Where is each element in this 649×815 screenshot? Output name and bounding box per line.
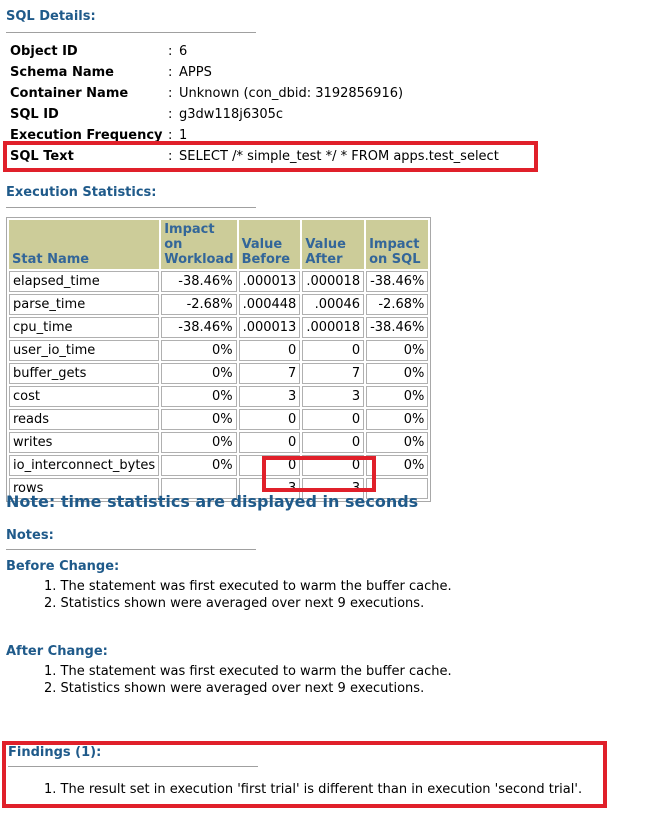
sql-details-title: SQL Details: [6, 9, 96, 24]
impact-sql-cell: -2.68% [366, 294, 429, 315]
before-change-list: 1. The statement was first executed to w… [44, 578, 452, 612]
impact-workload-cell: 0% [161, 363, 237, 384]
stat-name-cell: cost [9, 386, 160, 407]
stat-name-cell: buffer_gets [9, 363, 160, 384]
value-before-cell: 7 [238, 363, 301, 384]
sql-text-highlight [3, 141, 538, 172]
notes-rule [6, 549, 256, 550]
time-statistics-note: Note: time statistics are displayed in s… [6, 492, 419, 511]
impact-sql-cell: 0% [366, 340, 429, 361]
impact-workload-cell: -38.46% [161, 271, 237, 292]
field-value: g3dw118j6305c [179, 107, 284, 122]
header-line: Impact [369, 237, 420, 252]
field-label: SQL ID [10, 107, 59, 122]
col-impact-on-sql: Impact on SQL [366, 220, 429, 269]
impact-sql-cell: -38.46% [366, 317, 429, 338]
value-before-cell: .000013 [238, 317, 301, 338]
list-item: 1. The statement was first executed to w… [44, 579, 452, 594]
table-row: writes 0% 0 0 0% [9, 432, 429, 453]
col-value-after: Value After [302, 220, 365, 269]
table-header-row: Stat Name Impact on Workload Value Before … [9, 220, 429, 269]
rows-values-highlight [262, 456, 376, 492]
impact-workload-cell: 0% [161, 409, 237, 430]
after-change-list: 1. The statement was first executed to w… [44, 663, 452, 697]
impact-workload-cell: -2.68% [161, 294, 237, 315]
stat-name-cell: user_io_time [9, 340, 160, 361]
field-separator: : [168, 65, 173, 80]
impact-sql-cell: 0% [366, 363, 429, 384]
stat-name-cell: io_interconnect_bytes [9, 455, 160, 476]
field-separator: : [168, 86, 173, 101]
impact-workload-cell: 0% [161, 432, 237, 453]
header-line: After [305, 252, 343, 267]
impact-workload-cell: 0% [161, 386, 237, 407]
field-label: Schema Name [10, 65, 114, 80]
header-line: Stat Name [12, 252, 90, 267]
value-after-cell: 7 [302, 363, 365, 384]
table-row: user_io_time 0% 0 0 0% [9, 340, 429, 361]
table-row: cpu_time -38.46% .000013 .000018 -38.46% [9, 317, 429, 338]
value-before-cell: 0 [238, 409, 301, 430]
value-after-cell: 0 [302, 409, 365, 430]
value-after-cell: .00046 [302, 294, 365, 315]
header-line: on SQL [369, 252, 421, 267]
table-row: buffer_gets 0% 7 7 0% [9, 363, 429, 384]
value-before-cell: .000448 [238, 294, 301, 315]
impact-workload-cell: 0% [161, 455, 237, 476]
list-item: 1. The statement was first executed to w… [44, 664, 452, 679]
header-line: Value [305, 237, 346, 252]
value-after-cell: .000018 [302, 317, 365, 338]
value-after-cell: .000018 [302, 271, 365, 292]
col-stat-name: Stat Name [9, 220, 160, 269]
value-after-cell: 3 [302, 386, 365, 407]
stat-name-cell: elapsed_time [9, 271, 160, 292]
field-value: APPS [179, 65, 212, 80]
value-before-cell: .000013 [238, 271, 301, 292]
header-line: Impact on [164, 222, 215, 252]
header-line: Before [241, 252, 291, 267]
field-separator: : [168, 44, 173, 59]
list-item: 2. Statistics shown were averaged over n… [44, 596, 425, 611]
stat-name-cell: parse_time [9, 294, 160, 315]
impact-sql-cell: 0% [366, 386, 429, 407]
table-row: parse_time -2.68% .000448 .00046 -2.68% [9, 294, 429, 315]
stat-name-cell: writes [9, 432, 160, 453]
table-row: reads 0% 0 0 0% [9, 409, 429, 430]
before-change-title: Before Change: [6, 559, 120, 574]
impact-sql-cell: 0% [366, 432, 429, 453]
value-before-cell: 3 [238, 386, 301, 407]
header-line: Value [241, 237, 283, 252]
value-before-cell: 0 [238, 340, 301, 361]
col-value-before: Value Before [238, 220, 301, 269]
table-row: cost 0% 3 3 0% [9, 386, 429, 407]
table-row: elapsed_time -38.46% .000013 .000018 -38… [9, 271, 429, 292]
col-impact-on-workload: Impact on Workload [161, 220, 237, 269]
field-label: Object ID [10, 44, 78, 59]
value-before-cell: 0 [238, 432, 301, 453]
impact-workload-cell: -38.46% [161, 317, 237, 338]
value-after-cell: 0 [302, 432, 365, 453]
after-change-title: After Change: [6, 644, 108, 659]
field-label: Container Name [10, 86, 129, 101]
execution-statistics-title: Execution Statistics: [6, 185, 157, 200]
notes-title: Notes: [6, 528, 54, 543]
sql-details-rule [6, 32, 256, 33]
stat-name-cell: cpu_time [9, 317, 160, 338]
list-item: 2. Statistics shown were averaged over n… [44, 681, 425, 696]
stat-name-cell: reads [9, 409, 160, 430]
field-value: Unknown (con_dbid: 3192856916) [179, 86, 404, 101]
findings-highlight [2, 741, 607, 808]
value-after-cell: 0 [302, 340, 365, 361]
impact-workload-cell: 0% [161, 340, 237, 361]
field-separator: : [168, 107, 173, 122]
header-line: Workload [164, 252, 234, 267]
execution-statistics-rule [6, 207, 256, 208]
field-value: 6 [179, 44, 188, 59]
impact-sql-cell: 0% [366, 409, 429, 430]
impact-sql-cell: -38.46% [366, 271, 429, 292]
